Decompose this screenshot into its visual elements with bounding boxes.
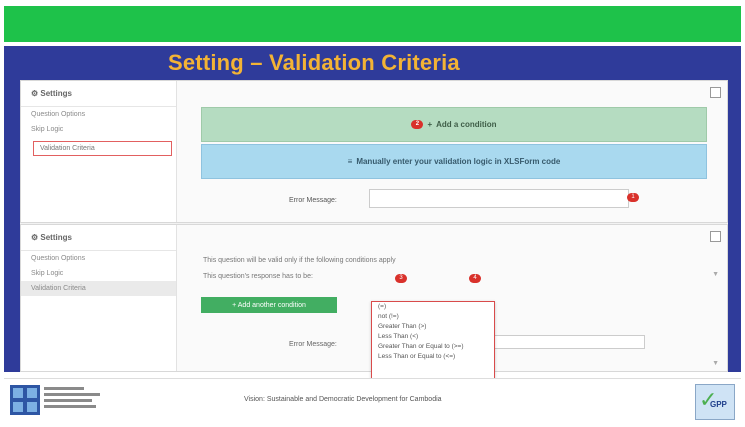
collapse-icon[interactable] — [710, 87, 721, 98]
operator-option[interactable]: (=) — [372, 302, 494, 312]
error-message-input[interactable] — [369, 189, 629, 208]
slide-title: Setting – Validation Criteria — [168, 50, 460, 75]
gpp-logo-text: GPP — [710, 400, 727, 409]
settings-panel-bottom: ⚙ Settings Question Options Skip Logic V… — [20, 224, 728, 391]
operator-option[interactable]: Less Than or Equal to (<=) — [372, 352, 494, 362]
sidebar-item-validation-criteria[interactable]: Validation Criteria — [21, 281, 176, 296]
organization-logo — [10, 385, 40, 415]
sidebar-item-skip-logic[interactable]: Skip Logic — [21, 266, 176, 281]
settings-sidebar: ⚙ Settings Question Options Skip Logic V… — [21, 225, 177, 371]
error-message-label: Error Message: — [289, 341, 337, 348]
error-message-input[interactable] — [493, 335, 645, 349]
scroll-indicator: ▼ — [712, 271, 719, 278]
plus-icon: + — [427, 120, 433, 129]
sidebar-item-validation-criteria[interactable]: Validation Criteria — [33, 141, 172, 156]
add-another-condition-button[interactable]: + Add another condition — [201, 297, 337, 313]
settings-panel-top: ⚙ Settings Question Options Skip Logic V… — [20, 80, 728, 223]
settings-sidebar: ⚙ Settings Question Options Skip Logic V… — [21, 81, 177, 222]
operator-option[interactable]: Greater Than or Equal to (>=) — [372, 342, 494, 352]
footer: Vision: Sustainable and Democratic Devel… — [4, 378, 741, 424]
manual-logic-label: Manually enter your validation logic in … — [356, 157, 561, 166]
value-select[interactable] — [422, 273, 462, 282]
condition-intro-text: This question will be valid only if the … — [203, 257, 396, 264]
sidebar-item-question-options[interactable]: Question Options — [21, 107, 176, 122]
slide: Setting – Validation Criteria ⚙ Settings… — [4, 46, 741, 391]
operator-option[interactable]: Greater Than (>) — [372, 322, 494, 332]
code-icon: ≡ — [347, 157, 353, 166]
sidebar-item-question-options[interactable]: Question Options — [21, 251, 176, 266]
operator-option[interactable]: not (!=) — [372, 312, 494, 322]
manual-logic-button[interactable]: ≡ Manually enter your validation logic i… — [201, 144, 707, 179]
add-condition-label: Add a condition — [436, 120, 497, 129]
add-condition-button[interactable]: 2 + Add a condition — [201, 107, 707, 142]
gpp-logo: ✓ GPP — [695, 384, 735, 420]
top-green-bar — [4, 6, 741, 42]
step-badge: 4 — [469, 274, 481, 283]
collapse-icon[interactable] — [710, 231, 721, 242]
error-message-label: Error Message: — [289, 197, 337, 204]
sidebar-item-skip-logic[interactable]: Skip Logic — [21, 122, 176, 137]
condition-response-text: This question's response has to be: — [203, 273, 313, 280]
step-badge: 3 — [395, 274, 407, 283]
organization-name-lines — [44, 387, 104, 411]
scroll-down-icon[interactable]: ▼ — [712, 360, 719, 367]
footer-vision-text: Vision: Sustainable and Democratic Devel… — [244, 396, 442, 403]
step-badge: 1 — [627, 193, 639, 202]
step-badge: 2 — [411, 120, 424, 129]
operator-option[interactable]: Less Than (<) — [372, 332, 494, 342]
settings-header: ⚙ Settings — [21, 81, 176, 107]
settings-header: ⚙ Settings — [21, 225, 176, 251]
screenshot-area: ⚙ Settings Question Options Skip Logic V… — [20, 80, 728, 391]
